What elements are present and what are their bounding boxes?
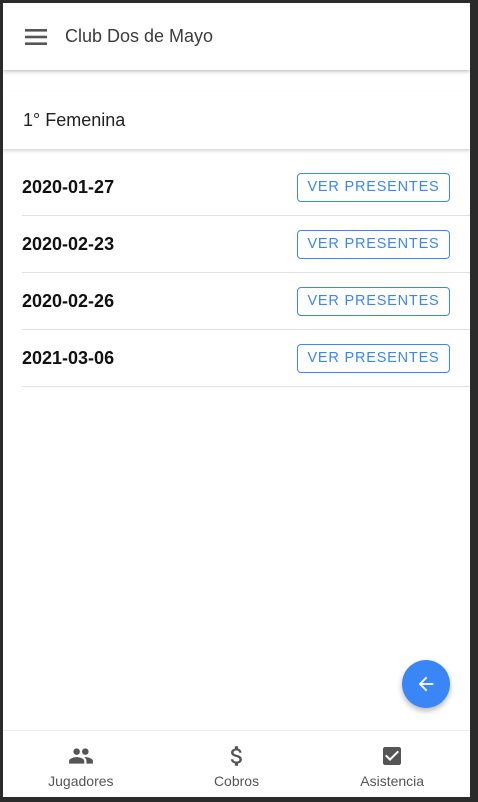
arrow-back-icon [415, 673, 437, 695]
ver-presentes-button[interactable]: VER PRESENTES [297, 286, 450, 316]
section-title: 1° Femenina [23, 109, 126, 130]
attendance-date: 2021-03-06 [22, 347, 115, 368]
attendance-date: 2020-01-27 [22, 176, 115, 197]
people-icon [68, 743, 94, 769]
nav-label: Cobros [213, 773, 260, 789]
list-item: 2020-01-27 VER PRESENTES [22, 159, 470, 216]
nav-asistencia[interactable]: Asistencia [314, 731, 470, 797]
attendance-date: 2020-02-23 [22, 233, 115, 254]
nav-label: Jugadores [48, 773, 114, 789]
ver-presentes-button[interactable]: VER PRESENTES [297, 172, 450, 202]
list-item: 2020-02-23 VER PRESENTES [22, 216, 470, 273]
app-bar: Club Dos de Mayo [3, 3, 470, 70]
ver-presentes-button[interactable]: VER PRESENTES [297, 343, 450, 373]
checkbox-icon [380, 743, 404, 769]
app-screen: Club Dos de Mayo 1° Femenina 2020-01-27 … [3, 3, 470, 797]
list-item: 2020-02-26 VER PRESENTES [22, 273, 470, 330]
dollar-icon [224, 743, 250, 769]
section-header: 1° Femenina [3, 91, 470, 149]
nav-cobros[interactable]: Cobros [159, 731, 315, 797]
bottom-nav: Jugadores Cobros Asistencia [3, 730, 470, 797]
back-fab[interactable] [402, 660, 450, 708]
attendance-list: 2020-01-27 VER PRESENTES 2020-02-23 VER … [22, 159, 470, 387]
list-item: 2021-03-06 VER PRESENTES [22, 330, 470, 387]
app-title: Club Dos de Mayo [65, 26, 214, 46]
menu-icon[interactable] [23, 24, 49, 50]
nav-jugadores[interactable]: Jugadores [3, 731, 159, 797]
ver-presentes-button[interactable]: VER PRESENTES [297, 229, 450, 259]
nav-label: Asistencia [360, 773, 425, 789]
attendance-date: 2020-02-26 [22, 290, 115, 311]
